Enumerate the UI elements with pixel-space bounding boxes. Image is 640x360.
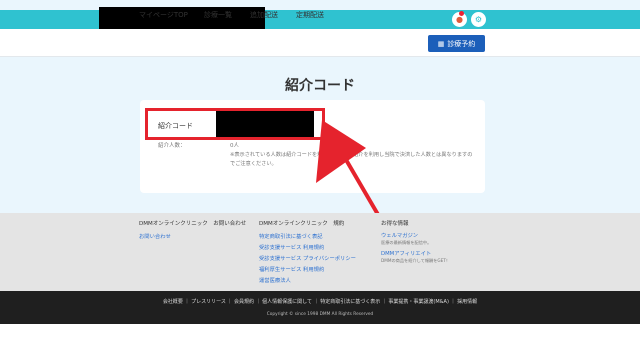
footer-link-medical-corp[interactable]: 運営医療法人: [259, 276, 291, 284]
notification-badge: [459, 11, 464, 16]
footer-deals-heading: お得な情報: [381, 221, 409, 227]
footer-bottom-links[interactable]: 会社概要 ｜ プレスリリース ｜ 会員規約 ｜ 個人情報保護に関して ｜ 特定商…: [0, 298, 640, 305]
main-nav: [0, 29, 640, 57]
footer-terms-heading: DMMオンラインクリニック 規約: [259, 221, 345, 227]
nav-item-additional-delivery[interactable]: 追加配送: [250, 10, 278, 20]
footer-link-welfare-terms[interactable]: 福利厚生サービス 利用規約: [259, 265, 324, 273]
footer-link-privacy[interactable]: 受診支援サービス プライバシーポリシー: [259, 254, 356, 262]
footer-link-support-terms[interactable]: 受診支援サービス 利用規約: [259, 243, 324, 251]
footer-well-magazine-desc: 医療の最新情報を配信中。: [381, 240, 432, 245]
count-value: 0人: [230, 143, 239, 149]
footer-link-affiliate[interactable]: DMMアフィリエイト: [381, 249, 431, 257]
nav-item-consultations[interactable]: 診療一覧: [204, 10, 232, 20]
book-consultation-button[interactable]: ▦ 診療予約: [428, 35, 485, 52]
footer-bottom-bar: [0, 291, 640, 324]
calendar-icon: ▦: [437, 39, 445, 48]
highlight-box: [145, 108, 325, 140]
page: ● ⚙ マイページTOP 診療一覧 追加配送 定期配送 ▦ 診療予約 紹介コード…: [0, 0, 640, 360]
footer-link-well-magazine[interactable]: ウェルマガジン: [381, 231, 418, 239]
footer-contact-heading: DMMオンラインクリニック お問い合わせ: [139, 221, 247, 227]
nav-item-regular-delivery[interactable]: 定期配送: [296, 10, 324, 20]
count-note: ※表示されている人数は紹介コードを利用して、友達紹介を利用し当院で決済した人数と…: [230, 152, 473, 167]
page-title: 紹介コード: [285, 78, 355, 94]
footer-affiliate-desc: DMMの商品を紹介して報酬をGET！: [381, 258, 451, 263]
count-label: 紹介人数：: [158, 143, 186, 149]
footer-link-tokushoho[interactable]: 特定商取引法に基づく表記: [259, 232, 323, 240]
gear-icon[interactable]: ⚙: [471, 12, 486, 27]
nav-item-mypage-top[interactable]: マイページTOP: [139, 10, 188, 20]
copyright: Copyright © since 1998 DMM All Rights Re…: [266, 312, 374, 317]
footer-contact-link[interactable]: お問い合わせ: [139, 232, 171, 240]
page-bottom-spacer: [0, 324, 640, 360]
book-consultation-label: 診療予約: [447, 39, 476, 48]
